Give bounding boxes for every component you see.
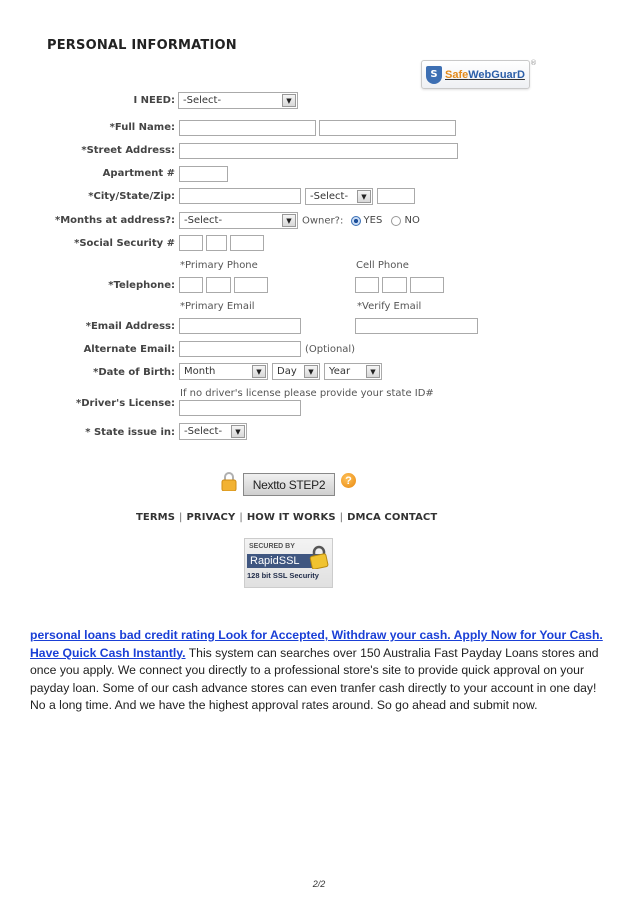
dob-day-select[interactable]: Day ▼ <box>272 363 320 380</box>
page-number: 2/2 <box>312 879 326 889</box>
city-state-zip-label: *City/State/Zip: <box>88 191 175 202</box>
rapidssl-badge[interactable]: SECURED BY RapidSSL 128 bit SSL Security <box>244 538 333 588</box>
dob-year-select[interactable]: Year ▼ <box>324 363 382 380</box>
cell-phone-area-input[interactable] <box>355 277 379 293</box>
how-it-works-link[interactable]: HOW IT WORKS <box>247 512 336 523</box>
cell-phone-line-input[interactable] <box>410 277 444 293</box>
badge-brand-rest: WebGuarD <box>468 68 525 81</box>
owner-no-label: NO <box>404 215 420 226</box>
state-issue-value: -Select- <box>184 426 223 437</box>
email-address-label: *Email Address: <box>85 321 175 332</box>
zip-input[interactable] <box>377 188 415 204</box>
months-value: -Select- <box>184 215 223 226</box>
alternate-email-input[interactable] <box>179 341 301 357</box>
owner-no-radio[interactable] <box>391 215 402 226</box>
street-address-input[interactable] <box>179 143 458 159</box>
ssn-part2-input[interactable] <box>206 235 227 251</box>
safewebguard-badge[interactable]: S SafeWebGuarD ® <box>421 59 537 89</box>
dob-label: *Date of Birth: <box>93 367 175 378</box>
article-paragraph: personal loans bad credit rating Look fo… <box>30 627 605 715</box>
article-link-2[interactable]: Have Quick Cash Instantly. <box>30 646 186 660</box>
drivers-license-hint: If no driver's license please provide yo… <box>180 388 434 399</box>
street-address-label: *Street Address: <box>81 145 175 156</box>
separator: | <box>239 512 243 523</box>
chevron-down-icon: ▼ <box>366 365 380 378</box>
last-name-input[interactable] <box>319 120 456 136</box>
primary-email-hint: *Primary Email <box>180 301 255 312</box>
drivers-license-label: *Driver's License: <box>76 398 175 409</box>
cell-phone-hint: Cell Phone <box>356 260 409 271</box>
primary-phone-line-input[interactable] <box>234 277 268 293</box>
chevron-down-icon: ▼ <box>304 365 318 378</box>
primary-phone-hint: *Primary Phone <box>180 260 258 271</box>
telephone-label: *Telephone: <box>108 280 175 291</box>
lock-icon <box>221 472 237 491</box>
primary-phone-area-input[interactable] <box>179 277 203 293</box>
owner-label: Owner?: <box>302 215 344 227</box>
privacy-link[interactable]: PRIVACY <box>187 512 236 523</box>
dob-year-value: Year <box>329 366 351 377</box>
ssl-bits: 128 bit SSL Security <box>247 571 319 580</box>
shield-icon: S <box>426 65 442 84</box>
apartment-label: Apartment # <box>102 168 175 179</box>
i-need-select[interactable]: -Select- ▼ <box>178 92 298 109</box>
drivers-license-input[interactable] <box>179 400 301 416</box>
primary-phone-prefix-input[interactable] <box>206 277 231 293</box>
state-select[interactable]: -Select- ▼ <box>305 188 373 205</box>
apartment-input[interactable] <box>179 166 228 182</box>
section-title: PERSONAL INFORMATION <box>47 38 237 53</box>
city-input[interactable] <box>179 188 301 204</box>
footer-links: TERMS | PRIVACY | HOW IT WORKS | DMCA CONTACT <box>136 512 437 523</box>
ssl-secured-by: SECURED BY <box>249 543 295 550</box>
optional-note: (Optional) <box>305 344 356 355</box>
chevron-down-icon: ▼ <box>357 190 371 203</box>
chevron-down-icon: ▼ <box>252 365 266 378</box>
verify-email-input[interactable] <box>355 318 478 334</box>
ssn-part1-input[interactable] <box>179 235 203 251</box>
full-name-label: *Full Name: <box>109 122 175 133</box>
owner-yes-label: YES <box>363 215 383 226</box>
primary-email-input[interactable] <box>179 318 301 334</box>
months-at-address-label: *Months at address?: <box>55 215 175 226</box>
terms-link[interactable]: TERMS <box>136 512 175 523</box>
state-issue-label: * State issue in: <box>85 427 175 438</box>
alternate-email-label: Alternate Email: <box>83 344 175 355</box>
ssn-part3-input[interactable] <box>230 235 264 251</box>
badge-brand-safe: Safe <box>445 68 469 81</box>
cell-phone-prefix-input[interactable] <box>382 277 407 293</box>
months-at-address-select[interactable]: -Select- ▼ <box>179 212 298 229</box>
verify-email-hint: *Verify Email <box>357 301 422 312</box>
i-need-label: I NEED: <box>133 95 175 106</box>
help-icon[interactable]: ? <box>341 473 356 488</box>
chevron-down-icon: ▼ <box>231 425 245 438</box>
separator: | <box>339 512 344 523</box>
next-step-button[interactable]: Nextto STEP2 <box>243 473 335 496</box>
state-issue-select[interactable]: -Select- ▼ <box>179 423 247 440</box>
chevron-down-icon: ▼ <box>282 214 296 227</box>
dob-day-value: Day <box>277 366 297 377</box>
state-value: -Select- <box>310 191 349 202</box>
dob-month-value: Month <box>184 366 216 377</box>
article-link-1[interactable]: personal loans bad credit rating Look fo… <box>30 628 603 642</box>
i-need-value: -Select- <box>183 95 222 106</box>
first-name-input[interactable] <box>179 120 316 136</box>
owner-yes-radio[interactable] <box>350 215 361 226</box>
dmca-contact-link[interactable]: DMCA CONTACT <box>347 512 437 523</box>
padlock-icon <box>309 545 329 569</box>
registered-mark: ® <box>530 59 537 67</box>
chevron-down-icon: ▼ <box>282 94 296 107</box>
separator: | <box>179 512 183 523</box>
dob-month-select[interactable]: Month ▼ <box>179 363 268 380</box>
ssn-label: *Social Security # <box>74 238 175 249</box>
